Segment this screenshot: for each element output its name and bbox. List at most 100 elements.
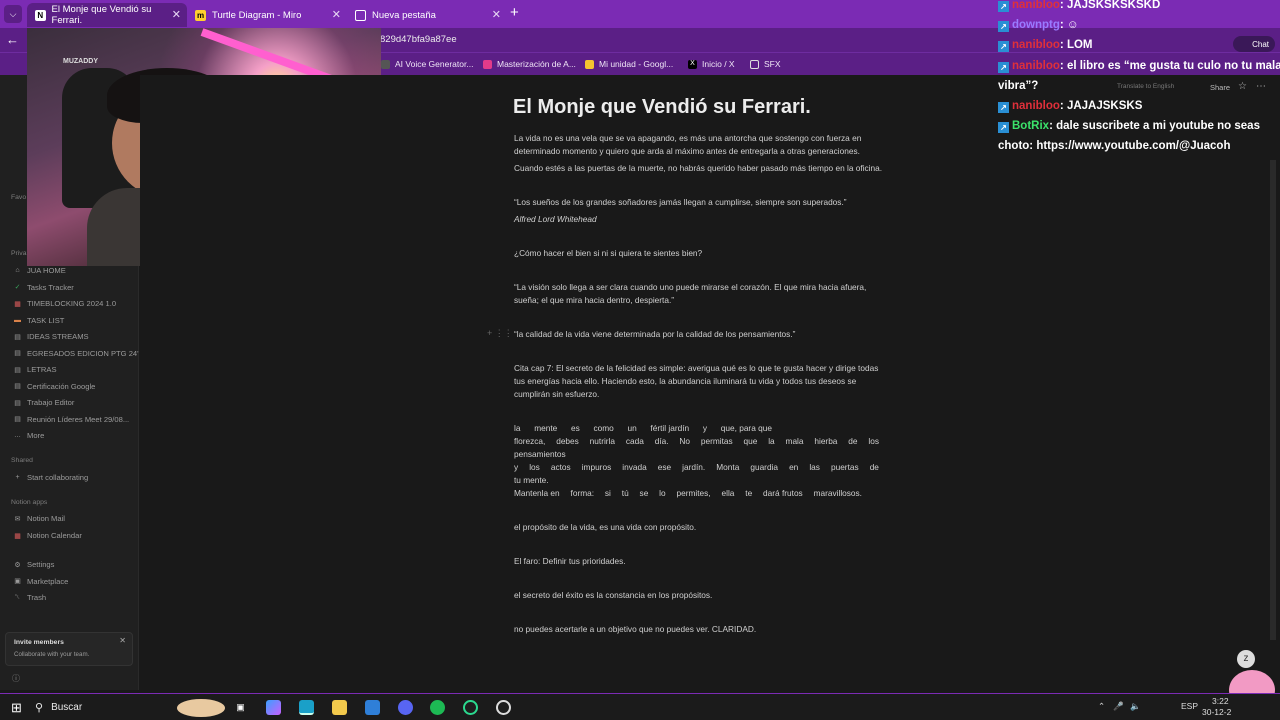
chat-username: nanibloo — [1012, 0, 1060, 11]
tray-chevron-icon[interactable]: ⌃ — [1098, 701, 1105, 712]
new-tab-button[interactable]: + — [510, 4, 519, 21]
sidebar-item[interactable]: ▤ Reunión Líderes Meet 29/08... — [13, 415, 129, 424]
close-icon[interactable]: ✕ — [119, 636, 126, 645]
justified-block[interactable]: florezca, debes nutrirla cada día. No permitas… — [514, 435, 889, 448]
quote-author[interactable]: Alfred Lord Whitehead — [514, 213, 889, 226]
help-icon[interactable]: ⓘ — [12, 673, 20, 684]
more-icon[interactable]: ⋯ — [1256, 81, 1266, 92]
bookmark-sfx[interactable]: SFX — [750, 59, 781, 69]
windows-start-icon[interactable]: ⊞ — [9, 700, 24, 715]
word: impuros — [581, 462, 612, 472]
sidebar-item-label: JUA HOME — [27, 266, 66, 275]
bookmark-x[interactable]: X Inicio / X — [688, 59, 735, 69]
quote[interactable]: “la calidad de la vida viene determinada… — [514, 328, 889, 341]
speaker-icon[interactable]: 🔈 — [1130, 701, 1141, 712]
sidebar-item[interactable]: ▤ LETRAS — [13, 365, 56, 374]
quote[interactable]: “Los sueños de los grandes soñadores jam… — [514, 196, 889, 209]
paragraph[interactable]: cumplirán sin esfuerzo. — [514, 388, 889, 401]
word: como — [593, 423, 614, 433]
bookmark-masterizacion[interactable]: Masterización de A... — [483, 59, 576, 69]
invite-members-card[interactable]: Invite members Collaborate with your tea… — [5, 632, 133, 666]
sidebar-item[interactable]: ✉ Notion Mail — [13, 514, 65, 523]
sidebar-item[interactable]: ▬ TASK LIST — [13, 316, 64, 325]
sidebar-item[interactable]: ⚙ Settings — [13, 560, 54, 569]
back-arrow-icon[interactable]: ← — [6, 32, 19, 47]
paragraph[interactable]: determinado momento y quiero que arda al… — [514, 145, 889, 158]
sidebar-item-label: Tasks Tracker — [27, 282, 74, 292]
store-icon[interactable] — [365, 700, 380, 715]
word: de — [848, 436, 858, 446]
discord-icon[interactable] — [398, 700, 413, 715]
paragraph[interactable]: El faro: Definir tus prioridades. — [514, 555, 889, 568]
sidebar-item[interactable]: ⌂ JUA HOME — [13, 266, 66, 275]
tab-notion-page[interactable]: N El Monje que Vendió su Ferrari. ✕ — [27, 3, 187, 27]
quote[interactable]: sueña; el que mira hacia dentro, despier… — [514, 294, 889, 307]
justified-block[interactable]: la mente es como un fértil jardín y que, para q… — [514, 422, 889, 435]
paragraph[interactable]: pensamientos — [514, 448, 889, 461]
paragraph[interactable]: ¿Cómo hacer el bien si ni si quiera te s… — [514, 247, 889, 260]
sidebar-item[interactable]: … More — [13, 431, 44, 440]
bookmark-drive[interactable]: Mi unidad - Googl... — [585, 59, 673, 69]
paragraph[interactable]: Cuando estés a las puertas de la muerte,… — [514, 162, 914, 175]
word: y — [702, 423, 708, 433]
word: cada — [625, 436, 644, 446]
paragraph[interactable]: La vida no es una vela que se va apagand… — [514, 132, 889, 145]
store-icon: ▣ — [14, 578, 21, 585]
sidebar-item[interactable]: ▦ TIMEBLOCKING 2024 1.0 — [13, 299, 116, 308]
page-title[interactable]: El Monje que Vendió su Ferrari. — [513, 96, 811, 119]
paragraph[interactable]: el propósito de la vida, es una vida con… — [514, 521, 889, 534]
close-icon[interactable]: ✕ — [492, 8, 501, 21]
chat-text: : dale suscribete a mi youtube no seas — [1049, 120, 1260, 133]
bookmark-label: SFX — [764, 59, 781, 69]
copilot-icon[interactable] — [266, 700, 281, 715]
quote[interactable]: “La visión solo llega a ser clara cuando… — [514, 281, 889, 294]
obs-icon[interactable] — [496, 700, 511, 715]
task-view-icon[interactable]: ▣ — [233, 700, 248, 715]
bookmark-ai-voice[interactable]: AI Voice Generator... — [381, 59, 473, 69]
word: debes — [556, 436, 579, 446]
sidebar-item[interactable]: ▣ Marketplace — [13, 577, 68, 586]
justified-block[interactable]: y los actos impuros invada ese jardín. Monta gua… — [514, 461, 889, 474]
file-explorer-icon[interactable] — [332, 700, 347, 715]
paragraph[interactable]: el secreto del éxito es la constancia en… — [514, 589, 889, 602]
share-button[interactable]: Share — [1210, 83, 1230, 92]
sidebar-item-label: EGRESADOS EDICION PTG 24' — [27, 348, 139, 358]
sidebar-item[interactable]: ▤ Certificación Google — [13, 382, 95, 391]
edge-icon[interactable] — [299, 700, 314, 715]
tab-new[interactable]: Nueva pestaña ✕ — [347, 3, 507, 27]
taskbar-search[interactable]: ⚲ Buscar — [35, 698, 225, 717]
clock-time[interactable]: 3:22 — [1212, 696, 1229, 706]
sidebar-item[interactable]: ▦ Notion Calendar — [13, 531, 82, 540]
close-icon[interactable]: ✕ — [172, 8, 181, 21]
language-indicator[interactable]: ESP — [1181, 701, 1198, 711]
scrollbar[interactable] — [1270, 160, 1276, 640]
url-text[interactable]: 829d47bfa9a87ee — [380, 34, 457, 45]
sidebar-item[interactable]: + Start collaborating — [13, 473, 88, 482]
sidebar-item[interactable]: ✓ Tasks Tracker — [13, 283, 74, 292]
paragraph[interactable]: no puedes acertarle a un objetivo que no… — [514, 623, 889, 636]
tab-list-button[interactable]: ⌵ — [4, 5, 22, 23]
paragraph[interactable]: Cita cap 7: El secreto de la felicidad e… — [514, 362, 889, 375]
word: es — [570, 423, 580, 433]
sidebar-item[interactable]: ▤ Trabajo Editor — [13, 398, 74, 407]
paragraph[interactable]: tus energías hacia ello. Haciendo esto, … — [514, 375, 889, 388]
star-icon[interactable]: ☆ — [1238, 81, 1247, 92]
clock-date[interactable]: 30-12-2 — [1202, 707, 1231, 717]
invite-subtitle: Collaborate with your team. — [14, 651, 90, 658]
block-handle-icon[interactable]: + ⋮⋮ — [487, 328, 513, 339]
sidebar-item[interactable]: ▤ EGRESADOS EDICION PTG 24' — [13, 348, 139, 358]
paragraph[interactable]: tu mente. — [514, 474, 889, 487]
justified-block[interactable]: Mantenla en forma: si tú se lo permites, ella te… — [514, 487, 889, 500]
app-icon[interactable] — [463, 700, 478, 715]
tab-title: Turtle Diagram - Miro — [212, 9, 302, 21]
chat-button[interactable]: Chat — [1233, 36, 1275, 52]
newtab-icon — [355, 9, 366, 21]
sidebar-item[interactable]: ▤ IDEAS STREAMS — [13, 332, 88, 341]
word: No — [679, 436, 691, 446]
tab-miro[interactable]: m Turtle Diagram - Miro ✕ — [187, 3, 347, 27]
spotify-icon[interactable] — [430, 700, 445, 715]
translate-button[interactable]: Translate to English — [1117, 83, 1174, 90]
close-icon[interactable]: ✕ — [332, 8, 341, 21]
mic-icon[interactable]: 🎤 — [1113, 701, 1124, 712]
sidebar-item[interactable]: ␡ Trash — [13, 593, 46, 602]
